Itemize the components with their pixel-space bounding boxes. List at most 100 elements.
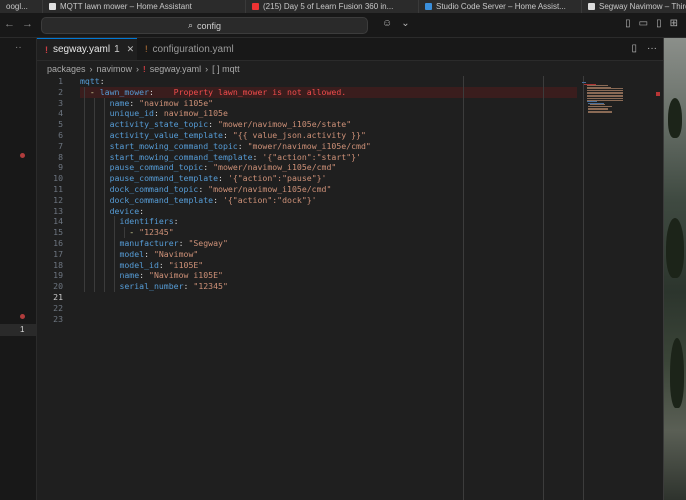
indent-guide [114,216,115,292]
yaml-colon: : [139,270,150,281]
activity-bar: ·· 1 [0,38,37,500]
line-number: 14 [53,216,63,227]
toggle-secondary-sidebar-icon[interactable]: ▯ [656,18,662,29]
code-editor[interactable]: 1 2 3 4 5 6 7 8 9 10 11 12 13 14 15 16 17 18 19 20 21 22 23 mq… [37,76,663,500]
yaml-colon: : [139,205,145,216]
code-line[interactable]: pause_command_template: '{"action":"paus… [80,173,580,184]
browser-tab[interactable]: (215) Day 5 of Learn Fusion 360 in... [246,0,419,13]
code-line[interactable]: model: "Navimow" [80,249,580,260]
chevron-down-icon[interactable]: ⌄ [401,18,409,29]
code-line[interactable] [80,292,580,303]
breadcrumb-separator: › [136,64,140,74]
code-line[interactable]: start_mowing_command_template: '{"action… [80,152,580,163]
code-line[interactable]: - "12345" [80,227,580,238]
yaml-key: name [109,97,130,108]
yaml-file-icon: ! [45,44,48,55]
breadcrumb-separator: › [89,64,93,74]
code-line[interactable] [80,314,580,325]
breadcrumb-item[interactable]: navimow [97,64,133,74]
line-number: 20 [53,281,63,292]
command-center-search[interactable]: ⌕ config [41,17,368,34]
yaml-colon: : [198,183,209,194]
breadcrumb-item[interactable]: [ ] mqtt [212,64,240,74]
code-line[interactable]: activity_value_template: "{{ value_json.… [80,130,580,141]
error-dot-icon [20,153,25,158]
code-line[interactable]: pause_command_topic: "mower/navimow_i105… [80,162,580,173]
tab-segway-yaml[interactable]: ! segway.yaml 1 ✕ [37,38,137,60]
split-editor-icon[interactable]: ▯ [631,43,637,54]
line-number: 22 [53,302,63,313]
code-line[interactable]: activity_state_topic: "mower/navimow_i10… [80,119,580,130]
tab-configuration-yaml[interactable]: ! configuration.yaml [137,38,263,60]
yaml-key: model_id [119,259,159,270]
line-number: 9 [58,162,63,173]
yaml-key: pause_command_topic [109,162,204,173]
yaml-colon: : [218,173,228,184]
yaml-value: "{{ value_json.activity }}" [232,129,366,140]
minimap[interactable] [582,76,662,500]
background-photo [664,38,686,500]
yaml-value: "mower/navimow_i105e/state" [218,119,352,130]
browser-tab[interactable]: oogl... [0,0,43,13]
code-line[interactable]: dock_command_template: '{"action":"dock"… [80,195,580,206]
toggle-sidebar-icon[interactable]: ▯ [625,18,631,29]
code-line[interactable]: identifiers: [80,216,580,227]
line-number: 23 [53,313,63,324]
code-line[interactable]: unique_id: navimow_i105e [80,108,580,119]
indent-guide [104,97,105,292]
line-number: 16 [53,237,63,248]
more-actions-icon[interactable]: ··· [647,43,657,54]
code-line[interactable]: serial_number: "12345" [80,281,580,292]
vertical-scrollbar[interactable] [655,76,663,500]
title-bar: ← → ⌕ config ☺ ⌄ ▯ ▭ ▯ ⊞ [0,13,686,38]
code-line[interactable] [80,303,580,314]
yaml-value: '{"action":"pause"}' [227,173,327,184]
breadcrumb-item[interactable]: packages [47,64,86,74]
toggle-panel-icon[interactable]: ▭ [639,18,648,29]
line-number: 8 [58,151,63,162]
tab-favicon-icon [49,3,56,10]
yaml-value: "Segway" [188,237,228,248]
browser-tab[interactable]: Studio Code Server – Home Assist... [419,0,582,13]
tab-problem-badge: 1 [114,44,120,55]
yaml-key: serial_number [119,281,184,292]
yaml-colon: : [203,162,214,173]
yaml-key: start_mowing_command_topic [109,140,238,151]
browser-tab[interactable]: Segway Navimow – Third party int... [582,0,686,13]
yaml-value: "Navimow" [153,248,199,259]
yaml-value: "Navimow i105E" [149,270,223,281]
vscode-icon [425,3,432,10]
close-icon[interactable]: ✕ [127,44,135,55]
yaml-colon: : [213,194,223,205]
layout-icon[interactable]: ⊞ [670,18,678,29]
error-marker-icon [656,92,660,96]
nav-arrows-icon[interactable]: ← → [4,18,35,30]
code-line[interactable]: manufacturer: "Segway" [80,238,580,249]
yaml-colon: : [237,140,248,151]
code-line[interactable]: model_id: "i105E" [80,260,580,271]
code-line[interactable]: - lawn_mower: Property lawn_mower is not… [80,86,577,98]
copilot-icon[interactable]: ☺ [382,18,392,29]
code-line[interactable]: dock_command_topic: "mower/navimow_i105e… [80,184,580,195]
list-dash: - [89,86,100,97]
code-line[interactable]: start_mowing_command_topic: "mower/navim… [80,141,580,152]
indent-guide [124,227,125,238]
more-icon[interactable]: ·· [15,42,22,53]
yaml-key: model [119,248,145,259]
code-line[interactable]: device: [80,206,580,217]
yaml-key: mqtt [80,76,100,86]
code-line[interactable]: name: "navimow i105e" [80,98,580,109]
line-number: 15 [53,227,63,238]
yaml-value: '{"action":"dock"}' [222,194,317,205]
yaml-value: '{"action":"start"}' [262,151,361,162]
code-lines[interactable]: mqtt: - lawn_mower: Property lawn_mower … [80,76,580,324]
code-line[interactable]: name: "Navimow i105E" [80,270,580,281]
breadcrumb: packages › navimow › ! segway.yaml › [ ]… [47,62,240,76]
browser-tab[interactable]: MQTT lawn mower – Home Assistant [43,0,246,13]
breadcrumb-item[interactable]: segway.yaml [150,64,201,74]
yaml-file-icon: ! [143,64,146,74]
code-line[interactable]: mqtt: [80,76,580,87]
yaml-colon: : [208,119,219,130]
editor-ruler [543,76,544,500]
line-number: 10 [53,173,63,184]
